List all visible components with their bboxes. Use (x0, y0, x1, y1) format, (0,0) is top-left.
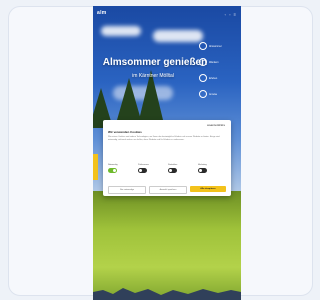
toggle-marketing: Marketing (198, 164, 226, 173)
consent-buttons: Nur notwendige Auswahl speichern Alle ak… (108, 186, 226, 194)
hero-subtitle: im Kärntner Mölltal (132, 73, 174, 79)
cookie-consent-dialog: usercentrics Wir verwenden Cookies Wir n… (103, 120, 231, 196)
toggle-necessary: Notwendig (108, 164, 136, 173)
mobile-screenshot: alm ◦ ◦ ≡ Almsommer genießen im Kärntner… (93, 6, 241, 300)
cookie-title: Wir verwenden Cookies (108, 130, 142, 134)
consent-brand: usercentrics (207, 123, 225, 127)
toggle-statistics: Statistiken (168, 164, 196, 173)
toggle-switch[interactable] (198, 168, 207, 173)
phone-icon[interactable]: ◦ (229, 12, 231, 17)
site-logo[interactable]: alm (97, 10, 107, 16)
meadow-background (93, 191, 241, 300)
side-link[interactable]: Wandern (199, 58, 241, 66)
circle-icon (199, 90, 207, 98)
header-icons: ◦ ◦ ≡ (225, 12, 237, 17)
toggle-switch[interactable] (138, 168, 147, 173)
accept-all-button[interactable]: Alle akzeptieren (190, 186, 226, 192)
side-link[interactable]: Erleben (199, 74, 241, 82)
side-link[interactable]: Almsommer (199, 42, 241, 50)
tree-icon (117, 78, 141, 120)
menu-icon[interactable]: ≡ (234, 12, 237, 17)
search-icon[interactable]: ◦ (225, 12, 227, 17)
side-tab-button[interactable] (93, 154, 98, 180)
consent-toggles: Notwendig Präferenzen Statistiken Market… (108, 164, 226, 173)
deny-button[interactable]: Nur notwendige (108, 186, 146, 194)
hero-title: Almsommer genießen (102, 57, 208, 68)
toggle-switch[interactable] (108, 168, 117, 173)
side-link-list: Almsommer Wandern Erleben Anreise (199, 42, 241, 106)
circle-icon (199, 74, 207, 82)
save-selection-button[interactable]: Auswahl speichern (149, 186, 187, 194)
mountain-silhouette (93, 288, 241, 300)
toggle-preferences: Präferenzen (138, 164, 166, 173)
side-link[interactable]: Anreise (199, 90, 241, 98)
cookie-text: Wir nutzen Cookies und andere Technologi… (108, 136, 220, 141)
circle-icon (199, 58, 207, 66)
toggle-switch[interactable] (168, 168, 177, 173)
circle-icon (199, 42, 207, 50)
